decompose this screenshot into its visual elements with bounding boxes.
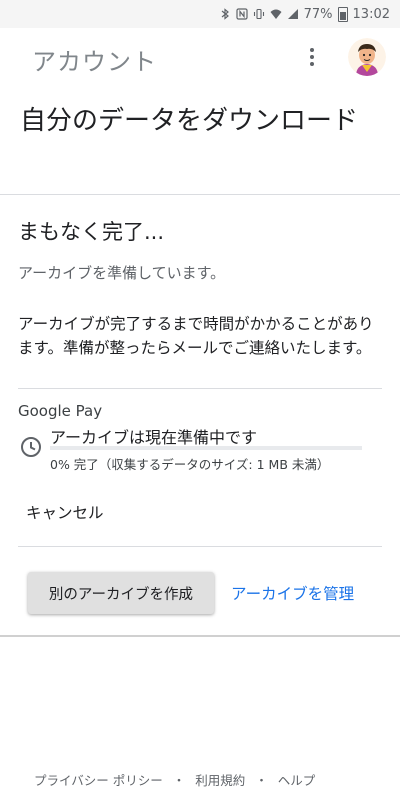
section-divider <box>0 194 400 195</box>
progress-detail: 0% 完了（収集するデータのサイズ: 1 MB 未満） <box>50 457 330 472</box>
app-title: アカウント <box>32 48 157 76</box>
page-title: 自分のデータをダウンロード <box>20 106 359 136</box>
signal-icon <box>287 9 298 19</box>
footer-separator: ・ <box>255 773 268 788</box>
card-heading: まもなく完了... <box>18 220 165 244</box>
archive-status: アーカイブは現在準備中です <box>50 428 258 447</box>
card-subtitle: アーカイブを準備しています。 <box>18 264 226 282</box>
cancel-button[interactable]: キャンセル <box>18 494 128 530</box>
battery-percent: 77% <box>303 6 333 22</box>
terms-link[interactable]: 利用規約 <box>195 770 245 789</box>
divider <box>18 546 382 547</box>
create-archive-button[interactable]: 別のアーカイブを作成 <box>28 572 214 614</box>
vibrate-icon <box>253 8 264 20</box>
divider <box>18 388 382 389</box>
progress-bar <box>50 446 362 450</box>
status-icons: 77% 13:02 <box>219 0 390 28</box>
avatar[interactable] <box>348 38 386 76</box>
more-vert-icon[interactable] <box>302 46 322 70</box>
footer: プライバシー ポリシー ・ 利用規約 ・ ヘルプ <box>34 770 315 789</box>
status-bar: 77% 13:02 <box>0 0 400 28</box>
app-bar: アカウント <box>0 28 400 86</box>
bluetooth-icon <box>221 8 229 20</box>
card-description: アーカイブが完了するまで時間がかかることがあります。準備が整ったらメールでご連絡… <box>18 315 374 357</box>
clock-time: 13:02 <box>352 6 390 22</box>
help-link[interactable]: ヘルプ <box>278 770 316 789</box>
clock-icon <box>21 437 41 457</box>
wifi-icon <box>270 9 282 19</box>
content-divider <box>0 635 400 637</box>
privacy-policy-link[interactable]: プライバシー ポリシー <box>34 770 163 789</box>
battery-icon <box>337 6 348 22</box>
footer-separator: ・ <box>172 773 186 788</box>
service-name: Google Pay <box>18 402 103 420</box>
nfc-icon <box>236 8 248 20</box>
manage-archives-link[interactable]: アーカイブを管理 <box>231 582 354 604</box>
